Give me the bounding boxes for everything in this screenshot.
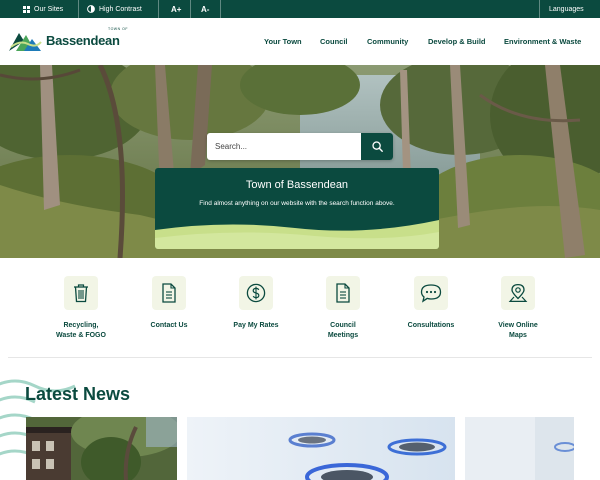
quicklink-label: Contact Us xyxy=(150,322,188,329)
quicklink-label: Consultations xyxy=(407,322,455,329)
quicklink-label: Pay My Rates xyxy=(233,322,279,329)
utility-bar: Our Sites High Contrast A+ A- Languages xyxy=(0,0,600,18)
utility-divider xyxy=(78,0,79,18)
quicklink-tile xyxy=(152,276,186,310)
trash-icon xyxy=(74,284,88,303)
news-image-building xyxy=(26,417,177,480)
nav-your-town[interactable]: Your Town xyxy=(264,37,302,46)
font-increase-button[interactable]: A+ xyxy=(171,0,181,18)
quicklink-label: Council Meetings xyxy=(327,322,359,339)
bassendean-logo-mark-icon xyxy=(9,33,42,51)
site-header: TOWN OF Bassendean Your Town Council Com… xyxy=(0,18,600,65)
search-button[interactable] xyxy=(361,133,393,160)
card-subtitle: Find almost anything on our website with… xyxy=(199,200,395,207)
news-image xyxy=(465,417,574,480)
utility-divider xyxy=(190,0,191,18)
news-image-gas-stove xyxy=(187,417,455,480)
search-input[interactable] xyxy=(207,133,361,160)
quicklink-recycling[interactable]: Recycling, Waste & FOGO xyxy=(41,276,121,341)
logo-small-text: TOWN OF xyxy=(108,27,128,31)
logo-name: Bassendean xyxy=(46,33,120,48)
nav-environment-waste[interactable]: Environment & Waste xyxy=(504,37,581,46)
document-icon xyxy=(162,283,176,303)
quicklink-tile xyxy=(239,276,273,310)
font-increase-label: A+ xyxy=(171,4,182,14)
languages-link[interactable]: Languages xyxy=(549,0,584,18)
map-pin-icon xyxy=(508,283,528,302)
dollar-icon xyxy=(246,283,266,303)
news-card[interactable] xyxy=(465,417,574,480)
nav-community[interactable]: Community xyxy=(367,37,408,46)
search-box xyxy=(207,133,393,160)
section-divider xyxy=(8,357,592,358)
search-icon xyxy=(371,141,383,152)
quicklink-label: Recycling, Waste & FOGO xyxy=(56,322,106,339)
our-sites-link[interactable]: Our Sites xyxy=(23,0,63,18)
hero-banner: Town of Bassendean Find almost anything … xyxy=(0,65,600,258)
quicklink-label: View Online Maps xyxy=(498,322,538,339)
card-title: Town of Bassendean xyxy=(245,179,349,191)
high-contrast-toggle[interactable]: High Contrast xyxy=(87,0,142,18)
utility-divider xyxy=(539,0,540,18)
quicklink-pay-rates[interactable]: Pay My Rates xyxy=(216,276,296,331)
quicklink-online-maps[interactable]: View Online Maps xyxy=(478,276,558,341)
font-decrease-button[interactable]: A- xyxy=(201,0,209,18)
nav-develop-build[interactable]: Develop & Build xyxy=(428,37,486,46)
news-card[interactable] xyxy=(26,417,177,480)
hero-info-card: Town of Bassendean Find almost anything … xyxy=(155,168,439,249)
nav-council[interactable]: Council xyxy=(320,37,348,46)
site-logo[interactable]: TOWN OF Bassendean xyxy=(8,27,127,52)
languages-label: Languages xyxy=(549,5,584,13)
latest-news-heading: Latest News xyxy=(25,384,131,404)
quicklink-tile xyxy=(64,276,98,310)
font-decrease-label: A- xyxy=(201,4,210,14)
quicklink-tile xyxy=(326,276,360,310)
quicklink-council-meetings[interactable]: Council Meetings xyxy=(303,276,383,341)
quicklink-tile xyxy=(414,276,448,310)
utility-divider xyxy=(158,0,159,18)
our-sites-label: Our Sites xyxy=(34,5,64,13)
utility-divider xyxy=(220,0,221,18)
quicklink-tile xyxy=(501,276,535,310)
high-contrast-label: High Contrast xyxy=(99,5,142,13)
quicklink-consultations[interactable]: Consultations xyxy=(391,276,471,331)
chat-bubble-icon xyxy=(420,284,442,303)
grid-icon xyxy=(23,5,30,13)
news-card[interactable] xyxy=(187,417,455,480)
document-icon xyxy=(336,283,350,303)
quicklink-contact-us[interactable]: Contact Us xyxy=(129,276,209,331)
contrast-icon xyxy=(87,5,95,13)
quick-links: Recycling, Waste & FOGO Contact Us Pay M… xyxy=(0,258,600,358)
